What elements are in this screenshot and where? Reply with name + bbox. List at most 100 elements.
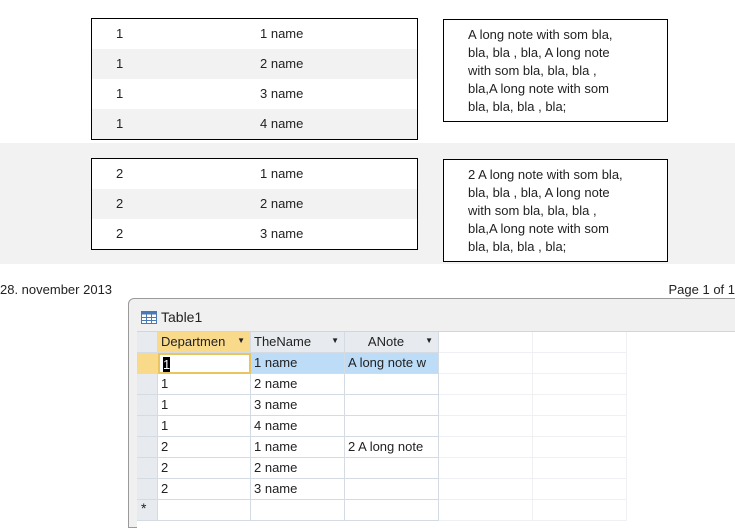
cell[interactable]: 2 name: [251, 458, 345, 479]
report-row: 1 3 name: [92, 79, 417, 109]
cell[interactable]: 1: [158, 395, 251, 416]
row-selector[interactable]: [137, 374, 158, 395]
column-header-2[interactable]: ANote ▼: [345, 332, 439, 353]
name-value: 1 name: [260, 26, 303, 41]
report-date: 28. november 2013: [0, 282, 112, 297]
dropdown-arrow-icon[interactable]: ▼: [331, 336, 339, 345]
note-line: bla,A long note with som: [468, 220, 667, 238]
row-selector[interactable]: [137, 416, 158, 437]
cell[interactable]: 2: [158, 479, 251, 500]
dept-value: 1: [116, 116, 123, 131]
column-label: Departmen: [161, 334, 225, 349]
dept-value: 1: [116, 26, 123, 41]
new-row-cell[interactable]: [158, 500, 251, 521]
cell-value: 1 name: [254, 439, 297, 454]
empty-cell: [439, 437, 533, 458]
report-row: 2 1 name: [92, 159, 417, 189]
name-value: 3 name: [260, 226, 303, 241]
cell[interactable]: [345, 458, 439, 479]
note-box: A long note with som bla,bla, bla , bla,…: [443, 19, 668, 122]
empty-cell: [439, 416, 533, 437]
cell-value: 1 name: [254, 355, 297, 370]
empty-cell: [439, 500, 533, 521]
cell[interactable]: 1: [158, 353, 251, 374]
report-row: 1 1 name: [92, 19, 417, 49]
row-selector[interactable]: [137, 437, 158, 458]
cell[interactable]: 3 name: [251, 479, 345, 500]
row-selector[interactable]: [137, 479, 158, 500]
note-line: bla,A long note with som: [468, 80, 667, 98]
note-line: with som bla, bla, bla ,: [468, 62, 667, 80]
empty-cell: [533, 416, 627, 437]
dept-value: 2: [116, 166, 123, 181]
empty-cell: [533, 395, 627, 416]
cell-value: 1: [161, 376, 168, 391]
cell[interactable]: [345, 416, 439, 437]
column-label: TheName: [254, 334, 311, 349]
name-value: 1 name: [260, 166, 303, 181]
cell[interactable]: 2: [158, 458, 251, 479]
new-row-cell[interactable]: [251, 500, 345, 521]
new-row-marker[interactable]: *: [137, 500, 158, 521]
note-line: bla, bla, bla , bla;: [468, 238, 667, 256]
cell-value: 3 name: [254, 397, 297, 412]
name-value: 3 name: [260, 86, 303, 101]
cell[interactable]: 1 name: [251, 437, 345, 458]
select-all-button[interactable]: [137, 332, 158, 353]
cell[interactable]: 2: [158, 437, 251, 458]
empty-cell: [533, 437, 627, 458]
note-line: A long note with som bla,: [468, 26, 667, 44]
empty-cell: [533, 500, 627, 521]
empty-cell: [533, 353, 627, 374]
cell-value: 2: [161, 460, 168, 475]
row-selector[interactable]: [137, 458, 158, 479]
datasheet-title: Table1: [161, 309, 202, 325]
empty-cell: [439, 332, 533, 353]
dept-value: 2: [116, 196, 123, 211]
empty-cell: [533, 332, 627, 353]
cell[interactable]: 1 name: [251, 353, 345, 374]
dropdown-arrow-icon[interactable]: ▼: [237, 336, 245, 345]
column-header-1[interactable]: TheName ▼: [251, 332, 345, 353]
name-value: 4 name: [260, 116, 303, 131]
cell[interactable]: 1: [158, 416, 251, 437]
cell-value: 1: [163, 357, 170, 372]
empty-cell: [439, 479, 533, 500]
cell-value: 2 name: [254, 376, 297, 391]
dropdown-arrow-icon[interactable]: ▼: [425, 336, 433, 345]
empty-cell: [533, 479, 627, 500]
cell[interactable]: [345, 374, 439, 395]
cell[interactable]: 4 name: [251, 416, 345, 437]
dept-value: 2: [116, 226, 123, 241]
report-row: 1 4 name: [92, 109, 417, 139]
report-row: 2 2 name: [92, 189, 417, 219]
row-selector[interactable]: [137, 353, 158, 374]
new-row-cell[interactable]: [345, 500, 439, 521]
cell-value: 1: [161, 418, 168, 433]
cell[interactable]: [345, 395, 439, 416]
dept-value: 1: [116, 86, 123, 101]
group-rows: 2 1 name 2 2 name 2 3 name: [91, 158, 418, 250]
cell[interactable]: 2 name: [251, 374, 345, 395]
empty-cell: [439, 395, 533, 416]
cell[interactable]: A long note w: [345, 353, 439, 374]
cell-value: 2: [161, 439, 168, 454]
column-label: ANote: [368, 334, 404, 349]
note-line: with som bla, bla, bla ,: [468, 202, 667, 220]
row-selector[interactable]: [137, 395, 158, 416]
cell-value: 2: [161, 481, 168, 496]
cell[interactable]: 2 A long note: [345, 437, 439, 458]
datasheet-grid: Departmen ▼ TheName ▼ ANote ▼ 1 1 name A long no…: [137, 331, 735, 531]
name-value: 2 name: [260, 196, 303, 211]
note-line: 2 A long note with som bla,: [468, 166, 667, 184]
dept-value: 1: [116, 56, 123, 71]
cell[interactable]: 1: [158, 374, 251, 395]
note-line: bla, bla , bla, A long note: [468, 44, 667, 62]
cell[interactable]: [345, 479, 439, 500]
cell[interactable]: 3 name: [251, 395, 345, 416]
datasheet-window: Table1 Departmen ▼ TheName ▼ ANote ▼ 1 1 name A …: [128, 298, 735, 528]
report-row: 2 3 name: [92, 219, 417, 249]
column-header-0[interactable]: Departmen ▼: [158, 332, 251, 353]
datasheet-tab[interactable]: Table1: [141, 309, 202, 325]
table-icon: [141, 311, 157, 324]
